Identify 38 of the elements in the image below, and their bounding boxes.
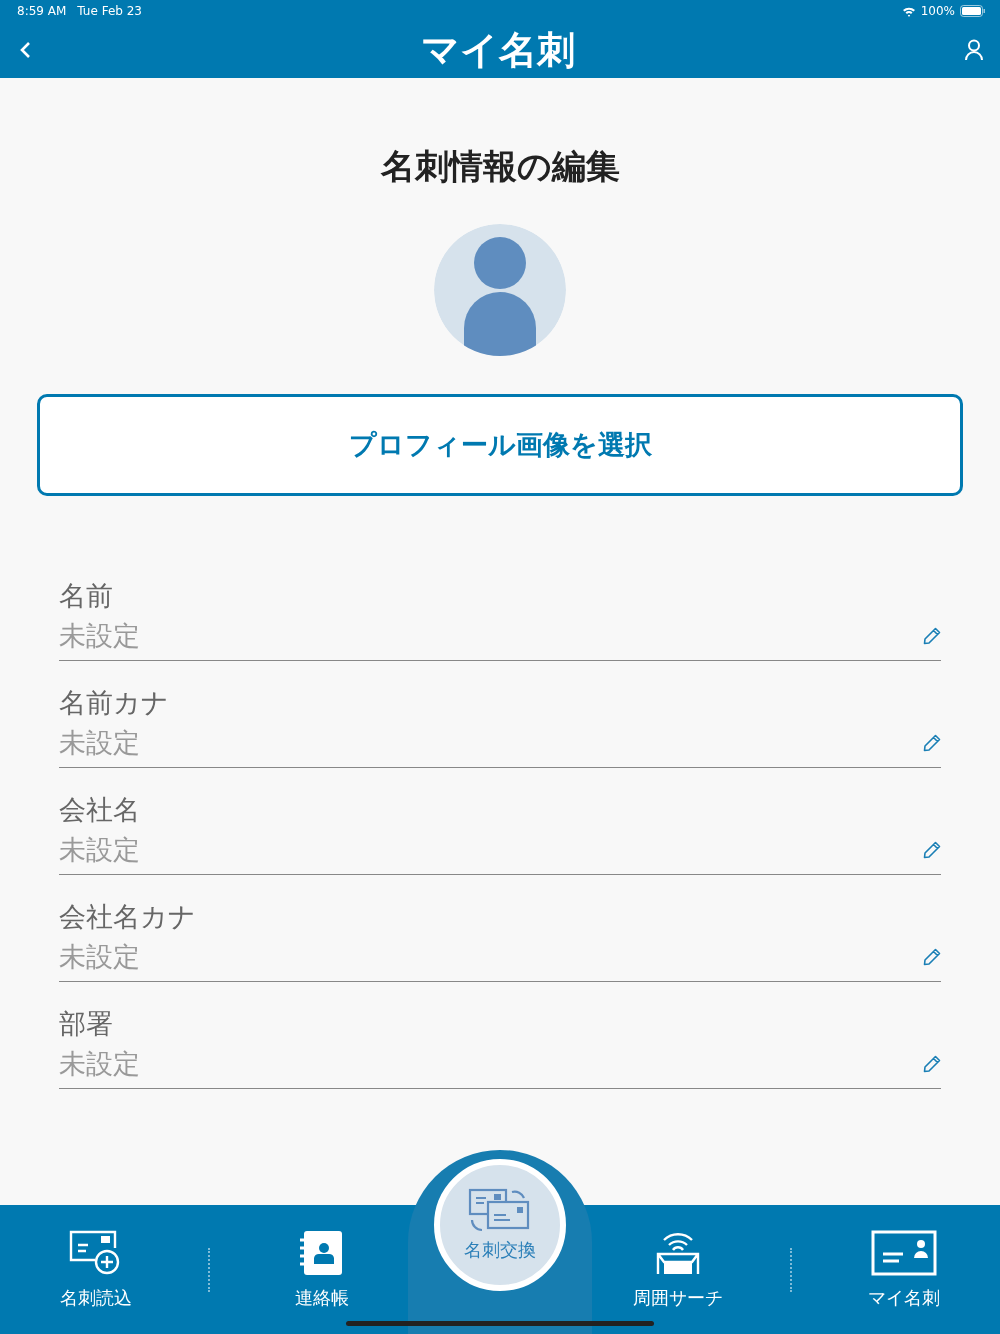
- text-field[interactable]: 部署 未設定: [59, 1004, 941, 1089]
- field-label: 会社名カナ: [59, 900, 197, 934]
- pencil-icon[interactable]: [923, 627, 941, 645]
- tab-item[interactable]: マイ名刺: [824, 1228, 984, 1311]
- field-label: 会社名: [59, 793, 141, 827]
- field-value: 未設定: [59, 619, 140, 653]
- field-value: 未設定: [59, 726, 140, 760]
- field-value: 未設定: [59, 940, 140, 974]
- field-value: 未設定: [59, 833, 140, 867]
- card-exchange-icon: [468, 1187, 532, 1234]
- text-field[interactable]: 会社名 未設定: [59, 790, 941, 875]
- text-field[interactable]: 名前 未設定: [59, 576, 941, 661]
- id-card-icon: [871, 1229, 937, 1276]
- status-time: 8:59 AM: [17, 4, 67, 18]
- page-title: 名刺情報の編集: [380, 145, 620, 188]
- field-value: 未設定: [59, 1047, 140, 1081]
- field-label: 名前カナ: [59, 686, 170, 720]
- battery-icon: [960, 5, 986, 17]
- battery-percent: 100%: [920, 4, 955, 18]
- field-label: 部署: [59, 1007, 114, 1041]
- status-date: Tue Feb 23: [77, 4, 142, 18]
- field-label: 名前: [59, 579, 114, 613]
- pencil-icon[interactable]: [923, 1055, 941, 1073]
- avatar-icon: [434, 224, 566, 356]
- tab-item[interactable]: 名刺読込: [16, 1228, 176, 1311]
- pencil-icon[interactable]: [923, 948, 941, 966]
- tab-item[interactable]: 周囲サーチ: [598, 1228, 758, 1311]
- pencil-icon[interactable]: [923, 841, 941, 859]
- address-book-icon: [300, 1229, 344, 1276]
- person-icon: [964, 39, 984, 61]
- select-profile-image-button[interactable]: プロフィール画像を選択: [37, 394, 963, 496]
- text-field[interactable]: 会社名カナ 未設定: [59, 897, 941, 982]
- nav-title: マイ名刺: [421, 26, 575, 74]
- wifi-icon: [901, 5, 916, 17]
- tab-item[interactable]: 連絡帳: [242, 1228, 402, 1311]
- pencil-icon[interactable]: [923, 734, 941, 752]
- back-icon: [18, 40, 32, 60]
- text-field[interactable]: 名前カナ 未設定: [59, 683, 941, 768]
